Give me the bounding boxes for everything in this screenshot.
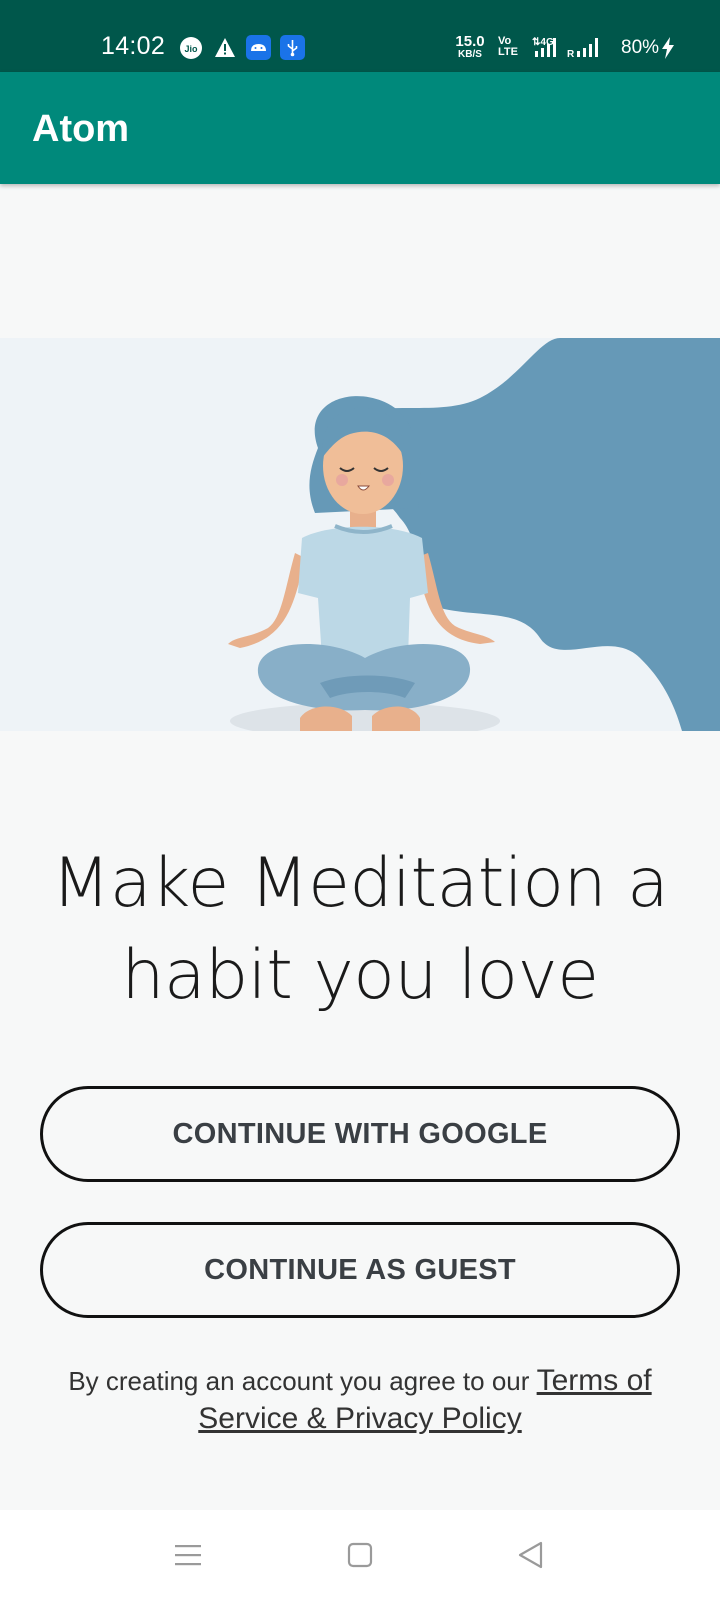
terms-prefix: By creating an account you agree to our (68, 1366, 537, 1396)
headline: Make Meditation a habit you love (40, 838, 680, 1022)
woman-meditating-illustration (0, 338, 720, 739)
svg-text:Jio: Jio (184, 44, 198, 54)
continue-with-google-button[interactable]: CONTINUE WITH GOOGLE (40, 1086, 680, 1182)
usb-icon (280, 35, 305, 65)
svg-text:⇅4G: ⇅4G (532, 37, 554, 48)
app-bar: Atom (0, 72, 720, 184)
volte-bottom: LTE (498, 46, 518, 58)
back-icon[interactable] (514, 1538, 548, 1572)
headline-line-1: Make Meditation a (51, 844, 669, 923)
net-speed: 15.0 KB/S (452, 34, 488, 60)
battery-level: 80% (621, 37, 660, 58)
charging-icon (661, 37, 675, 64)
svg-text:R: R (567, 49, 575, 60)
android-icon (246, 35, 271, 65)
jio-icon: Jio (180, 37, 202, 64)
volte-indicator: Vo LTE (498, 36, 518, 58)
alert-icon (214, 37, 236, 63)
status-bar: 14:02 Jio 15.0 KB/S Vo LTE ⇅4G R 80% (0, 0, 720, 72)
home-icon[interactable] (343, 1538, 377, 1572)
continue-as-guest-button[interactable]: CONTINUE AS GUEST (40, 1222, 680, 1318)
meditation-illustration (0, 338, 720, 739)
terms-notice: By creating an account you agree to our … (40, 1362, 680, 1438)
net-speed-unit: KB/S (458, 49, 482, 60)
net-speed-value: 15.0 (455, 33, 485, 50)
navigation-bar (0, 1510, 720, 1600)
menu-icon[interactable] (171, 1538, 205, 1572)
signal-icon: ⇅4G R (530, 34, 616, 65)
status-time: 14:02 (101, 32, 166, 60)
app-title: Atom (32, 108, 130, 150)
headline-line-2: habit you love (121, 936, 599, 1015)
